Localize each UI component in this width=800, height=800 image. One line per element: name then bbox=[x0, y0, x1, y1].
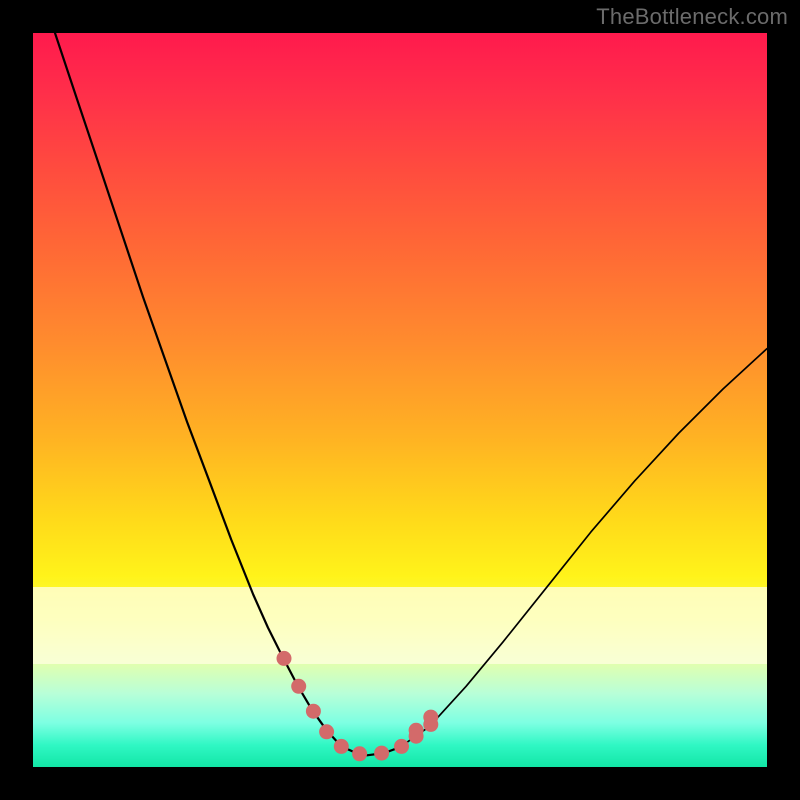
marker-dot bbox=[409, 729, 424, 744]
marker-dot bbox=[423, 717, 438, 732]
chart-frame: TheBottleneck.com bbox=[0, 0, 800, 800]
watermark-text: TheBottleneck.com bbox=[596, 4, 788, 30]
curve-left-branch bbox=[55, 33, 341, 746]
marker-dot bbox=[334, 739, 349, 754]
marker-dot bbox=[306, 704, 321, 719]
marker-dot bbox=[319, 724, 334, 739]
marker-dot bbox=[374, 746, 389, 761]
curve-right-branch bbox=[400, 349, 767, 748]
marker-dots-group bbox=[277, 651, 439, 761]
marker-dot bbox=[277, 651, 292, 666]
marker-dot bbox=[291, 679, 306, 694]
curve-layer bbox=[33, 33, 767, 767]
marker-dot bbox=[352, 746, 367, 761]
curve-valley-floor bbox=[341, 746, 400, 755]
marker-dot bbox=[394, 739, 409, 754]
